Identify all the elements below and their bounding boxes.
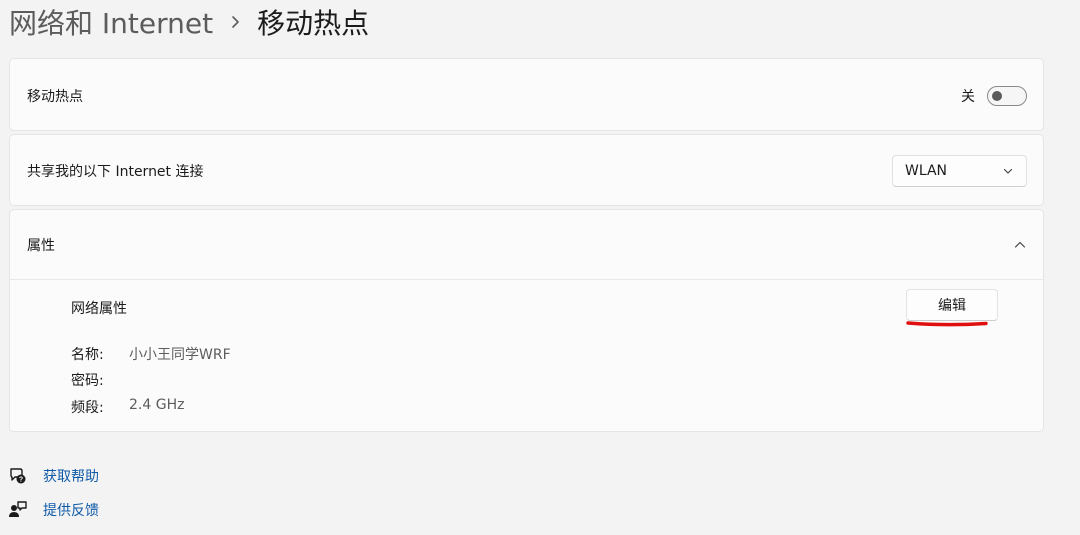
hotspot-toggle[interactable]	[987, 85, 1027, 106]
get-help-label: 获取帮助	[43, 469, 99, 485]
feedback-person-icon	[9, 501, 27, 517]
share-connection-label: 共享我的以下 Internet 连接	[27, 164, 204, 180]
properties-header-label: 属性	[27, 238, 55, 254]
red-annotation-underline	[906, 321, 988, 327]
get-help-link[interactable]: ? 获取帮助	[8, 466, 99, 486]
properties-card: 属性 网络属性 编辑 名称: 小小王同学WRF 密码: 频段: 2.4 GHz	[9, 209, 1044, 432]
chevron-up-icon[interactable]	[1013, 238, 1027, 252]
share-connection-card: 共享我的以下 Internet 连接 WLAN	[9, 134, 1044, 206]
page-title: 移动热点	[257, 7, 370, 40]
properties-divider	[10, 279, 1043, 280]
give-feedback-link[interactable]: 提供反馈	[8, 500, 99, 520]
breadcrumb-parent-link[interactable]: 网络和 Internet	[9, 2, 213, 42]
svg-text:?: ?	[19, 476, 23, 483]
edit-button[interactable]: 编辑	[906, 289, 998, 321]
chevron-right-icon	[232, 16, 239, 28]
hotspot-label: 移动热点	[27, 88, 83, 105]
prop-name-value: 小小王同学WRF	[129, 347, 231, 363]
prop-band-value: 2.4 GHz	[129, 397, 185, 413]
hotspot-toggle-group: 关	[961, 85, 1027, 106]
hotspot-card: 移动热点 关	[9, 58, 1044, 131]
give-feedback-label: 提供反馈	[43, 503, 99, 519]
prop-band-key: 频段:	[71, 400, 104, 416]
help-chat-icon: ?	[10, 468, 26, 484]
properties-header[interactable]: 属性	[10, 210, 1043, 280]
prop-password-key: 密码:	[71, 373, 104, 389]
network-properties-label: 网络属性	[71, 301, 127, 317]
connection-select[interactable]: WLAN	[892, 155, 1027, 187]
breadcrumb-separator-icon	[213, 2, 257, 42]
toggle-state-text: 关	[961, 88, 975, 105]
breadcrumb: 网络和 Internet 移动热点	[9, 2, 369, 42]
prop-name-key: 名称:	[71, 347, 104, 363]
toggle-knob	[992, 90, 1002, 101]
connection-select-value: WLAN	[905, 163, 948, 179]
chevron-down-icon	[1003, 168, 1013, 174]
